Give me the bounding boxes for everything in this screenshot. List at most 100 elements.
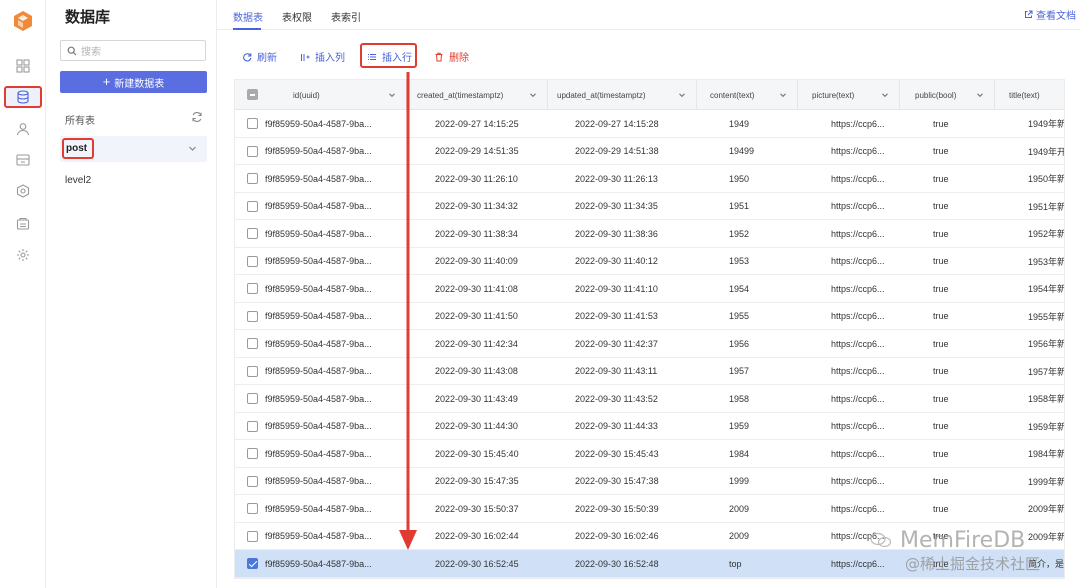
table-cell-id[interactable]: f9f85959-50a4-4587-9ba... (265, 495, 405, 522)
table-cell-id[interactable]: f9f85959-50a4-4587-9ba... (265, 220, 405, 247)
table-cell-title[interactable]: 2009年新 (1028, 495, 1064, 522)
table-cell-created[interactable]: 2022-09-30 11:42:34 (435, 330, 547, 357)
table-row[interactable]: f9f85959-50a4-4587-9ba... 2022-09-30 11:4… (235, 330, 1064, 358)
new-table-button[interactable]: + 新建数据表 (60, 71, 207, 93)
table-cell-created[interactable]: 2022-09-30 16:02:44 (435, 523, 547, 550)
dashboard-icon[interactable] (13, 56, 33, 76)
table-cell-created[interactable]: 2022-09-30 11:34:32 (435, 193, 547, 220)
table-cell-public[interactable]: true (933, 413, 973, 440)
table-cell-content[interactable]: 1984 (729, 440, 789, 467)
table-cell-created[interactable]: 2022-09-30 11:44:30 (435, 413, 547, 440)
table-cell-created[interactable]: 2022-09-29 14:51:35 (435, 138, 547, 165)
column-header[interactable]: title(text) (995, 80, 1064, 110)
table-row[interactable]: f9f85959-50a4-4587-9ba... 2022-09-29 14:5… (235, 137, 1064, 165)
table-cell-updated[interactable]: 2022-09-30 11:26:13 (575, 165, 695, 192)
table-cell-picture[interactable]: https://ccp6... (831, 550, 897, 577)
table-cell-public[interactable]: true (933, 138, 973, 165)
user-icon[interactable] (13, 119, 33, 139)
table-row[interactable]: f9f85959-50a4-4587-9ba... 2022-09-30 15:5… (235, 495, 1064, 523)
row-checkbox[interactable] (247, 448, 258, 459)
table-cell-created[interactable]: 2022-09-30 11:41:08 (435, 275, 547, 302)
table-cell-title[interactable]: 1950年新 (1028, 165, 1064, 192)
row-checkbox[interactable] (247, 530, 258, 542)
app-logo-icon[interactable] (12, 10, 34, 32)
table-cell-picture[interactable]: https://ccp6... (831, 275, 897, 302)
table-cell-created[interactable]: 2022-09-30 15:45:40 (435, 440, 547, 467)
table-cell-picture[interactable]: https://ccp6... (831, 248, 897, 275)
api-icon[interactable] (13, 214, 33, 234)
table-cell-content[interactable]: 1952 (729, 220, 789, 247)
table-cell-updated[interactable]: 2022-09-30 11:34:35 (575, 193, 695, 220)
chevron-down-icon[interactable] (779, 91, 787, 99)
table-cell-updated[interactable]: 2022-09-30 11:43:52 (575, 385, 695, 412)
table-cell-title[interactable]: 2009年新 (1028, 523, 1064, 550)
table-cell-created[interactable]: 2022-09-30 11:41:50 (435, 303, 547, 330)
table-cell-public[interactable]: true (933, 248, 973, 275)
table-cell-content[interactable]: 1956 (729, 330, 789, 357)
table-cell-updated[interactable]: 2022-09-30 16:02:46 (575, 523, 695, 550)
table-cell-content[interactable]: 1955 (729, 303, 789, 330)
chevron-down-icon[interactable] (529, 91, 537, 99)
row-checkbox[interactable] (247, 145, 258, 157)
table-cell-created[interactable]: 2022-09-27 14:15:25 (435, 110, 547, 137)
row-checkbox[interactable] (247, 283, 258, 294)
table-cell-title[interactable]: 1959年新 (1028, 413, 1064, 440)
table-cell-created[interactable]: 2022-09-30 11:38:34 (435, 220, 547, 247)
table-cell-public[interactable]: true (933, 220, 973, 247)
table-cell-id[interactable]: f9f85959-50a4-4587-9ba... (265, 275, 405, 302)
chevron-down-icon[interactable] (678, 91, 686, 99)
row-checkbox[interactable] (247, 200, 258, 212)
chevron-down-icon[interactable] (388, 91, 396, 99)
table-cell-id[interactable]: f9f85959-50a4-4587-9ba... (265, 330, 405, 357)
row-checkbox[interactable] (247, 475, 258, 487)
table-cell-title[interactable]: 1951年新 (1028, 193, 1064, 220)
table-row[interactable]: f9f85959-50a4-4587-9ba... 2022-09-30 11:4… (235, 302, 1064, 330)
tab-permissions[interactable]: 表权限 (282, 9, 312, 24)
table-cell-id[interactable]: f9f85959-50a4-4587-9ba... (265, 358, 405, 385)
table-cell-title[interactable]: 1984年新 (1028, 440, 1064, 467)
table-cell-picture[interactable]: https://ccp6... (831, 440, 897, 467)
table-cell-id[interactable]: f9f85959-50a4-4587-9ba... (265, 550, 405, 577)
table-search-input[interactable]: 搜索 (60, 40, 206, 61)
table-cell-content[interactable]: 1954 (729, 275, 789, 302)
table-cell-content[interactable]: 1957 (729, 358, 789, 385)
column-header[interactable]: created_at(timestamptz) (407, 80, 548, 110)
table-cell-picture[interactable]: https://ccp6... (831, 330, 897, 357)
table-cell-content[interactable]: 1951 (729, 193, 789, 220)
table-cell-picture[interactable]: https://ccp6... (831, 303, 897, 330)
table-cell-id[interactable]: f9f85959-50a4-4587-9ba... (265, 193, 405, 220)
table-row[interactable]: f9f85959-50a4-4587-9ba... 2022-09-30 11:4… (235, 385, 1064, 413)
table-cell-updated[interactable]: 2022-09-30 11:43:11 (575, 358, 695, 385)
table-cell-picture[interactable]: https://ccp6... (831, 468, 897, 495)
table-cell-picture[interactable]: https://ccp6... (831, 138, 897, 165)
chevron-down-icon[interactable] (976, 91, 984, 99)
table-cell-public[interactable]: true (933, 385, 973, 412)
table-cell-picture[interactable]: https://ccp6... (831, 193, 897, 220)
table-cell-public[interactable]: true (933, 440, 973, 467)
row-checkbox[interactable] (247, 310, 258, 322)
table-cell-updated[interactable]: 2022-09-30 16:52:48 (575, 550, 695, 577)
sidebar-table-post[interactable]: post (60, 136, 207, 162)
table-cell-picture[interactable]: https://ccp6... (831, 358, 897, 385)
table-cell-public[interactable]: true (933, 193, 973, 220)
table-cell-created[interactable]: 2022-09-30 15:47:35 (435, 468, 547, 495)
row-checkbox[interactable] (247, 338, 258, 349)
table-cell-id[interactable]: f9f85959-50a4-4587-9ba... (265, 468, 405, 495)
table-cell-title[interactable]: 1949年新 (1028, 110, 1064, 137)
tab-indexes[interactable]: 表索引 (331, 9, 361, 24)
refresh-button[interactable]: 刷新 (242, 49, 277, 64)
table-cell-content[interactable]: 2009 (729, 523, 789, 550)
table-cell-id[interactable]: f9f85959-50a4-4587-9ba... (265, 138, 405, 165)
refresh-tables-icon[interactable] (191, 111, 203, 123)
table-cell-created[interactable]: 2022-09-30 16:52:45 (435, 550, 547, 577)
table-row[interactable]: f9f85959-50a4-4587-9ba... 2022-09-30 11:4… (235, 275, 1064, 303)
table-cell-content[interactable]: top (729, 550, 789, 577)
functions-icon[interactable] (13, 181, 33, 201)
table-cell-created[interactable]: 2022-09-30 15:50:37 (435, 495, 547, 522)
delete-button[interactable]: 删除 (434, 49, 469, 64)
table-cell-title[interactable]: 1954年新 (1028, 275, 1064, 302)
insert-row-button[interactable]: 插入行 (367, 49, 412, 64)
insert-column-button[interactable]: 插入列 (300, 49, 345, 64)
tab-data[interactable]: 数据表 (233, 9, 263, 24)
table-cell-picture[interactable]: https://ccp6... (831, 385, 897, 412)
